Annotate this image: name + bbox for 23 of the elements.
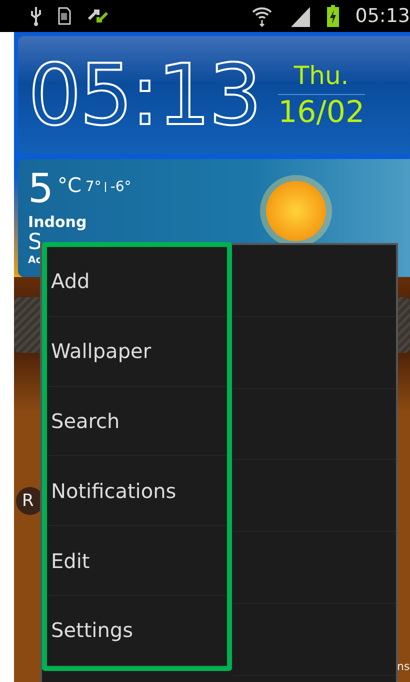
clock-time: 05:13: [28, 46, 260, 144]
menu-item[interactable]: Wallpaper: [47, 316, 227, 387]
sync-arrows-icon: [87, 7, 109, 25]
battery-charging-icon: [327, 5, 340, 27]
menu-item[interactable]: Settings: [47, 596, 227, 666]
icon-caption: ns: [397, 660, 410, 673]
signal-icon: [289, 5, 312, 27]
menu-item[interactable]: Notifications: [47, 456, 227, 526]
menu-item[interactable]: Search: [47, 386, 227, 456]
status-time: 05:13: [355, 5, 410, 27]
clock-day: Thu.: [278, 60, 365, 94]
menu-item[interactable]: Edit: [47, 526, 227, 596]
menu-item[interactable]: Add: [47, 247, 227, 317]
wifi-icon: [251, 5, 274, 27]
temperature: 5: [28, 169, 54, 209]
location-name: Indong: [28, 213, 88, 231]
clock-date: 16/02: [278, 94, 365, 130]
temperature-unit: °C: [57, 173, 82, 197]
usb-icon: [30, 6, 42, 26]
weather-condition: S: [28, 231, 42, 255]
low-temperature: -6°: [110, 179, 132, 195]
sim-card-icon: [58, 7, 71, 25]
high-temperature: 7°: [85, 179, 102, 195]
